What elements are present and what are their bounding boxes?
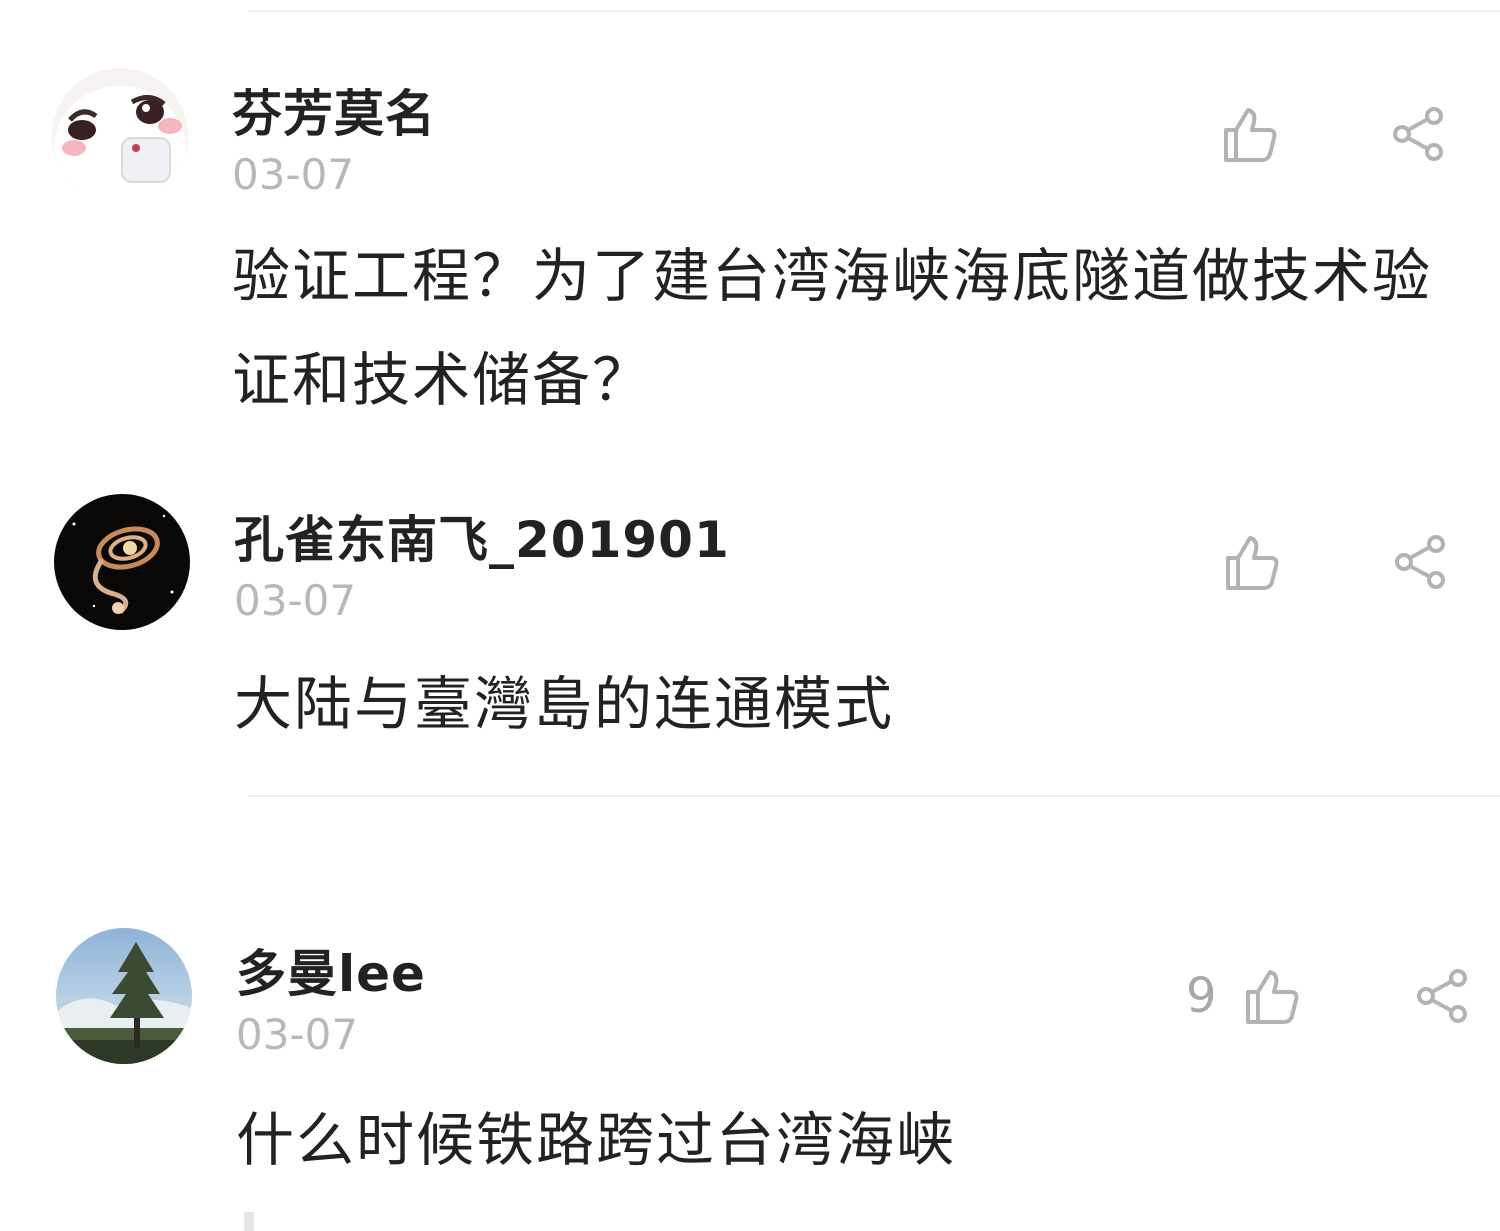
comment-date: 03-07 — [232, 150, 355, 199]
thumbs-up-icon — [1224, 108, 1277, 162]
like-button[interactable] — [1222, 532, 1282, 592]
username[interactable]: 孔雀东南飞_201901 — [234, 500, 730, 572]
like-button[interactable] — [1242, 966, 1302, 1026]
top-divider — [248, 10, 1500, 12]
comment-text: 什么时候铁路跨过台湾海峡 — [236, 1106, 957, 1174]
like-count: 9 — [1186, 968, 1217, 1024]
pine-tree-image — [56, 928, 192, 1064]
comment-date: 03-07 — [236, 1010, 359, 1059]
section-divider — [248, 795, 1500, 797]
thumbs-up-icon — [1246, 970, 1299, 1024]
share-icon — [1395, 535, 1445, 589]
share-button[interactable] — [1390, 532, 1450, 592]
avatar[interactable] — [54, 494, 190, 630]
avatar[interactable] — [52, 68, 188, 204]
galaxy-image — [54, 494, 190, 630]
reply-indicator — [244, 1212, 254, 1231]
avatar[interactable] — [56, 928, 192, 1064]
share-button[interactable] — [1412, 966, 1472, 1026]
username[interactable]: 多曼lee — [236, 934, 426, 1006]
cartoon-face-icon — [52, 68, 188, 204]
comment-text: 验证工程？为了建台湾海峡海底隧道做技术验证和技术储备？ — [232, 242, 1433, 414]
comment-text: 大陆与臺灣島的连通模式 — [234, 670, 895, 738]
username[interactable]: 芬芳莫名 — [232, 74, 436, 146]
share-icon — [1417, 969, 1467, 1023]
like-button[interactable] — [1220, 104, 1280, 164]
comment-date: 03-07 — [234, 576, 357, 625]
share-button[interactable] — [1388, 104, 1448, 164]
share-icon — [1393, 107, 1443, 161]
thumbs-up-icon — [1226, 536, 1279, 590]
